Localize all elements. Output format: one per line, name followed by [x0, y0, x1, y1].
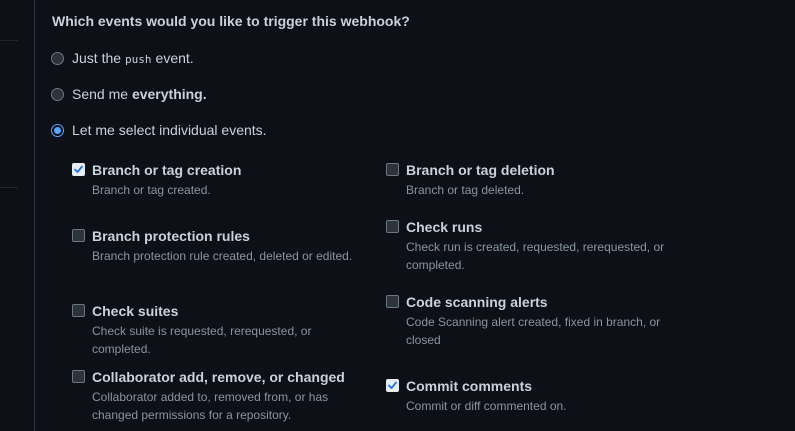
event-description: Collaborator added to, removed from, or …: [92, 390, 329, 422]
event-checkbox[interactable]: [386, 220, 399, 233]
events-heading: Which events would you like to trigger t…: [52, 13, 410, 29]
event-description: Code Scanning alert created, fixed in br…: [406, 315, 661, 347]
event-checkbox[interactable]: [72, 229, 85, 242]
radio-select-individual[interactable]: Let me select individual events.: [51, 122, 267, 138]
radio-button[interactable]: [51, 87, 64, 101]
event-checkbox[interactable]: [72, 304, 85, 317]
event-description: Check suite is requested, rerequested, o…: [92, 324, 312, 356]
sidebar-divider: [0, 40, 18, 41]
event-label[interactable]: Code scanning alerts: [406, 294, 548, 310]
radio-label: Let me select individual events.: [72, 122, 267, 138]
event-description: Commit or diff commented on.: [406, 399, 567, 413]
radio-button-selected[interactable]: [51, 123, 64, 137]
event-description: Branch or tag deleted.: [406, 183, 525, 197]
radio-push-event[interactable]: Just the push event.: [51, 50, 194, 66]
push-code: push: [125, 53, 152, 66]
radio-send-everything[interactable]: Send me everything.: [51, 86, 207, 102]
sidebar-divider: [0, 187, 18, 188]
event-label[interactable]: Branch protection rules: [92, 228, 250, 244]
event-checkbox[interactable]: [386, 295, 399, 308]
event-label[interactable]: Branch or tag creation: [92, 162, 241, 178]
event-checkbox-checked[interactable]: [386, 379, 399, 392]
event-label[interactable]: Check runs: [406, 219, 482, 235]
event-description: Check run is created, requested, rereque…: [406, 240, 665, 272]
event-description: Branch or tag created.: [92, 183, 211, 197]
radio-button[interactable]: [51, 51, 64, 65]
event-label[interactable]: Collaborator add, remove, or changed: [92, 369, 345, 385]
event-label[interactable]: Commit comments: [406, 378, 532, 394]
event-checkbox[interactable]: [72, 370, 85, 383]
event-label[interactable]: Check suites: [92, 303, 178, 319]
event-description: Branch protection rule created, deleted …: [92, 249, 353, 263]
event-checkbox-checked[interactable]: [72, 163, 85, 176]
radio-label: Send me everything.: [72, 86, 207, 102]
event-label[interactable]: Branch or tag deletion: [406, 162, 555, 178]
event-checkbox[interactable]: [386, 163, 399, 176]
settings-sidebar: [0, 0, 35, 431]
radio-label: Just the push event.: [72, 50, 194, 66]
